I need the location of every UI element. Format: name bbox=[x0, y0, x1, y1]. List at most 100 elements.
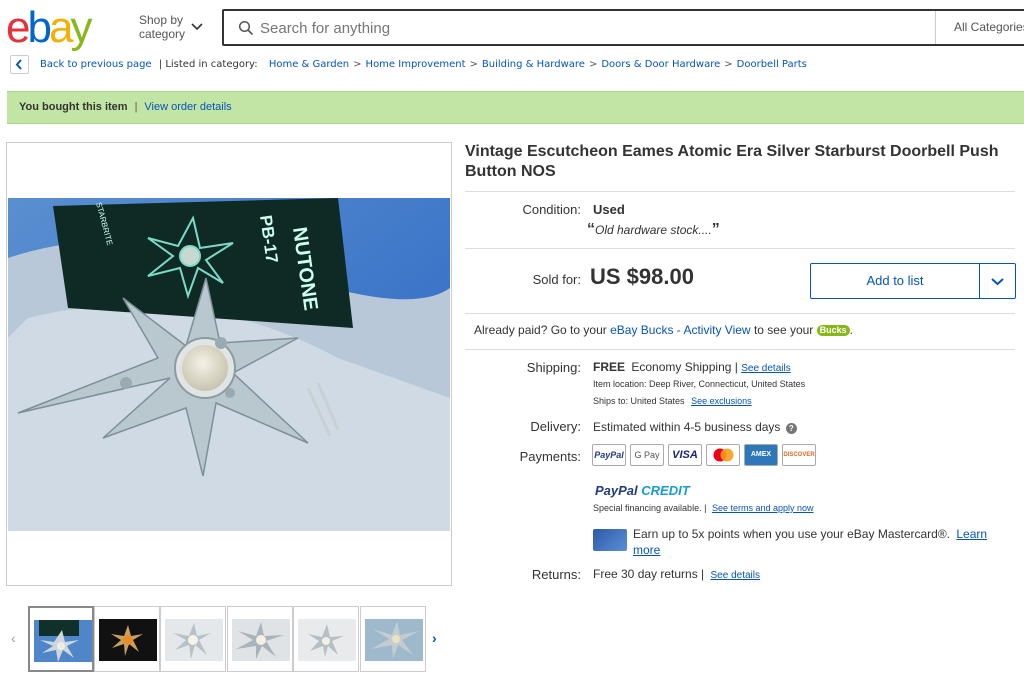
sold-for-label: Sold for: bbox=[532, 272, 581, 287]
product-image[interactable]: NUTONE PB-17 STARBRITE bbox=[8, 198, 450, 531]
ships-to: Ships to: United States See exclusions bbox=[593, 396, 752, 406]
thumbnail-image bbox=[34, 620, 92, 662]
add-to-list-dropdown[interactable] bbox=[979, 263, 1016, 299]
thumbnail-image bbox=[298, 619, 356, 661]
thumbnail[interactable] bbox=[160, 606, 226, 672]
paypal-credit-word1: PayPal bbox=[595, 483, 638, 498]
credit-card-icon bbox=[593, 529, 627, 551]
thumbnail[interactable] bbox=[293, 606, 359, 672]
breadcrumb-separator: > bbox=[588, 59, 598, 70]
divider bbox=[465, 248, 1015, 249]
thumbnail-image bbox=[232, 619, 290, 661]
delivery-estimate: Estimated within 4-5 business days ? bbox=[593, 420, 797, 434]
shipping-see-details-link[interactable]: See details bbox=[741, 363, 790, 374]
mastercard-logo-shape bbox=[713, 448, 734, 462]
item-location: Item location: Deep River, Connecticut, … bbox=[593, 379, 806, 389]
breadcrumb-separator: > bbox=[724, 59, 733, 70]
thumbnail-image bbox=[165, 619, 223, 661]
item-title: Vintage Escutcheon Eames Atomic Era Silv… bbox=[465, 143, 999, 180]
delivery-label: Delivery: bbox=[530, 419, 581, 434]
thumbnail-image bbox=[99, 619, 157, 661]
mastercard-promo-text: Earn up to 5x points when you use your e… bbox=[633, 527, 951, 541]
shop-by-category-button[interactable]: Shop by category bbox=[139, 13, 185, 41]
shipping-info: FREE Economy Shipping | See details bbox=[593, 360, 791, 374]
financing-notice: Special financing available. | See terms… bbox=[593, 503, 814, 513]
discover-icon: DISCOVER bbox=[782, 444, 816, 466]
ebay-bucks-link[interactable]: eBay Bucks - Activity View bbox=[610, 323, 751, 337]
divider bbox=[465, 313, 1015, 314]
returns-label: Returns: bbox=[531, 567, 581, 582]
logo-letter-b: b bbox=[27, 3, 52, 52]
breadcrumb-separator: > bbox=[353, 59, 362, 70]
ships-to-text: Ships to: United States bbox=[593, 396, 685, 406]
logo-letter-y: y bbox=[70, 3, 92, 52]
already-paid-suffix: to see your bbox=[753, 323, 814, 337]
amex-icon: AMEX bbox=[744, 444, 778, 466]
shipping-label: Shipping: bbox=[526, 360, 581, 375]
delivery-text: Estimated within 4-5 business days bbox=[593, 420, 781, 434]
mastercard-icon bbox=[706, 444, 740, 466]
paypal-credit-logo: PayPal CREDIT bbox=[595, 483, 690, 498]
thumbs-next-button[interactable]: › bbox=[432, 630, 437, 646]
back-button[interactable] bbox=[10, 55, 29, 74]
add-to-list-button[interactable]: Add to list bbox=[810, 263, 980, 299]
terms-apply-link[interactable]: See terms and apply now bbox=[712, 503, 814, 513]
shipping-free: FREE bbox=[593, 360, 626, 374]
chevron-left-icon bbox=[15, 59, 22, 70]
thumbnail[interactable] bbox=[28, 606, 94, 672]
search-bar: All Categories bbox=[222, 9, 1024, 46]
info-icon[interactable]: ? bbox=[785, 423, 797, 434]
condition-label: Condition: bbox=[522, 202, 581, 217]
breadcrumb-doors-hardware[interactable]: Doors & Door Hardware bbox=[601, 59, 720, 70]
chevron-down-icon[interactable] bbox=[190, 20, 204, 34]
breadcrumb-doorbell-parts[interactable]: Doorbell Parts bbox=[737, 59, 807, 70]
ebay-logo[interactable]: ebay bbox=[6, 3, 92, 52]
listed-in-label: | Listed in category: bbox=[158, 59, 258, 70]
banner-separator: | bbox=[134, 101, 138, 113]
bucks-badge: Bucks bbox=[816, 325, 850, 336]
period: . bbox=[849, 323, 854, 337]
shop-by-line2: category bbox=[139, 27, 186, 41]
already-paid-notice: Already paid? Go to your eBay Bucks - Ac… bbox=[474, 323, 853, 337]
purchase-banner: You bought this item | View order details bbox=[7, 91, 1024, 124]
condition-note: “Old hardware stock....” bbox=[587, 221, 720, 238]
thumbnail[interactable] bbox=[227, 606, 293, 672]
category-select[interactable]: All Categories bbox=[935, 11, 1024, 44]
shipping-method: Economy Shipping | bbox=[631, 360, 738, 374]
divider bbox=[465, 349, 1015, 350]
financing-text: Special financing available. | bbox=[593, 503, 707, 513]
breadcrumb-building-hardware[interactable]: Building & Hardware bbox=[482, 59, 585, 70]
view-order-link[interactable]: View order details bbox=[144, 101, 231, 113]
see-exclusions-link[interactable]: See exclusions bbox=[691, 396, 752, 406]
image-viewer[interactable]: NUTONE PB-17 STARBRITE bbox=[6, 142, 452, 586]
payments-label: Payments: bbox=[519, 449, 581, 464]
logo-letter-e: e bbox=[6, 3, 31, 52]
bought-label: You bought this item bbox=[19, 101, 128, 113]
shop-by-line1: Shop by bbox=[139, 13, 184, 27]
thumbnail[interactable] bbox=[94, 606, 160, 672]
condition-note-text: Old hardware stock.... bbox=[595, 223, 712, 237]
visa-icon: VISA bbox=[668, 444, 702, 466]
condition-value: Used bbox=[593, 202, 625, 217]
logo-letter-a: a bbox=[48, 3, 74, 52]
thumbnail-image bbox=[365, 619, 423, 661]
breadcrumb: Back to previous page | Listed in catego… bbox=[40, 59, 807, 70]
returns-info: Free 30 day returns | See details bbox=[593, 567, 760, 581]
divider bbox=[465, 191, 1015, 192]
breadcrumb-separator: > bbox=[469, 59, 478, 70]
thumbs-prev-button[interactable]: ‹ bbox=[11, 630, 16, 646]
thumbnail[interactable] bbox=[360, 606, 426, 672]
returns-see-details-link[interactable]: See details bbox=[711, 570, 760, 581]
search-input[interactable] bbox=[260, 15, 920, 41]
already-paid-prefix: Already paid? Go to your bbox=[474, 323, 607, 337]
breadcrumb-home-garden[interactable]: Home & Garden bbox=[269, 59, 349, 70]
paypal-credit-word2: CREDIT bbox=[641, 483, 690, 498]
paypal-icon: PayPal bbox=[592, 444, 626, 466]
mastercard-promo: Earn up to 5x points when you use your e… bbox=[633, 526, 1008, 558]
returns-text: Free 30 day returns | bbox=[593, 567, 705, 581]
sold-price: US $98.00 bbox=[590, 264, 694, 289]
chevron-down-icon bbox=[991, 278, 1004, 286]
back-to-previous-link[interactable]: Back to previous page bbox=[40, 59, 152, 70]
breadcrumb-home-improvement[interactable]: Home Improvement bbox=[366, 59, 466, 70]
google-pay-icon: G Pay bbox=[630, 444, 664, 466]
